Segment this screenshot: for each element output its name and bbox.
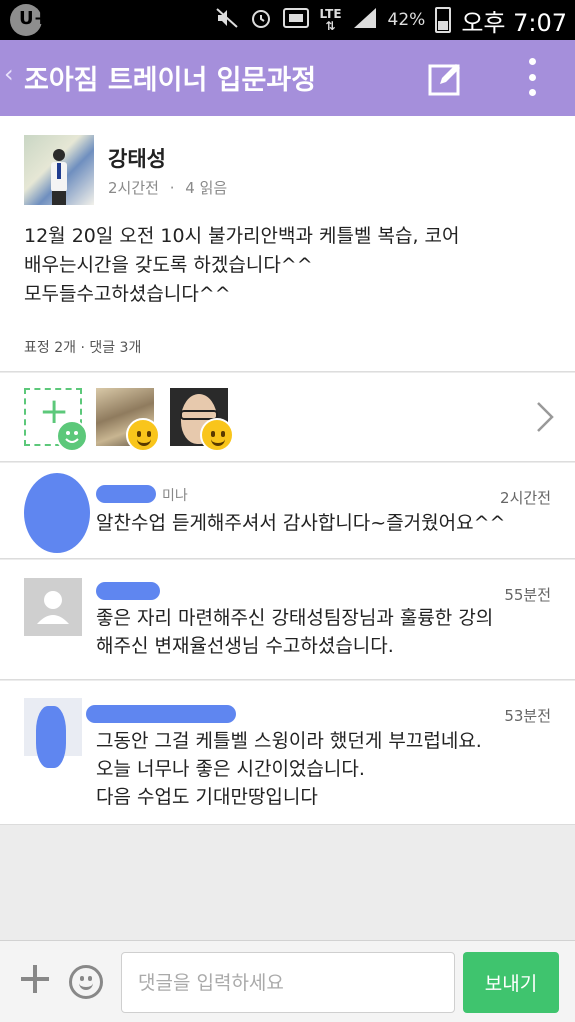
- app-header: ‹ 조아짐 트레이너 입문과정: [0, 40, 575, 116]
- commenter-name-redacted[interactable]: [96, 582, 160, 600]
- reactions-row: +: [0, 373, 575, 462]
- alarm-icon: [249, 6, 273, 35]
- comment-item: 53분전 그동안 그걸 케틀벨 스윙이라 했던게 부끄럽네요. 오늘 너무나 좋…: [0, 681, 575, 825]
- post-meta: 2시간전 · 4 읽음: [108, 177, 227, 198]
- commenter-name[interactable]: 미나: [162, 485, 188, 505]
- comment-time: 53분전: [504, 707, 551, 725]
- comment-text: 알찬수업 듣게해주셔서 감사합니다~즐거웠어요^^: [96, 512, 506, 534]
- status-bar: U+ LTE ⇅ 42% 오후 7:07: [0, 0, 575, 40]
- comment-time: 55분전: [504, 586, 551, 604]
- signal-icon: [352, 6, 378, 35]
- commenter-name-redacted[interactable]: [96, 485, 156, 503]
- meta-separator: ·: [169, 179, 175, 197]
- reaction-comment-stats[interactable]: 표정 2개 · 댓글 3개: [24, 337, 141, 357]
- comment-item: 55분전 좋은 자리 마련해주신 강태성팀장님과 훌륭한 강의 해주신 변재율선…: [0, 560, 575, 680]
- add-reaction-button[interactable]: +: [24, 388, 88, 452]
- mute-icon: [215, 7, 239, 34]
- comment-text: 그동안 그걸 케틀벨 스윙이라 했던게 부끄럽네요. 오늘 너무나 좋은 시간이…: [96, 730, 482, 808]
- comment-time: 2시간전: [500, 489, 551, 507]
- reactor-photo[interactable]: [96, 388, 160, 452]
- more-options-icon[interactable]: [517, 56, 547, 98]
- post-line: 모두들수고하셨습니다^^: [24, 283, 231, 305]
- battery-percent: 42%: [387, 10, 426, 30]
- comment-text: 좋은 자리 마련해주신 강태성팀장님과 훌륭한 강의 해주신 변재율선생님 수고…: [96, 607, 494, 657]
- page-title[interactable]: 조아짐 트레이너 입문과정: [24, 58, 316, 97]
- comment-item: 미나 2시간전 알찬수업 듣게해주셔서 감사합니다~즐거웠어요^^: [0, 463, 575, 559]
- comment-input[interactable]: [121, 952, 455, 1013]
- commenter-avatar[interactable]: [24, 473, 90, 553]
- post-line: 12월 20일 오전 10시 불가리안백과 케틀벨 복습, 코어: [24, 225, 460, 247]
- smile-emoji-icon: [126, 418, 160, 452]
- post-time: 2시간전: [108, 179, 159, 197]
- carrier-logo: U+: [10, 4, 49, 36]
- nfc-icon: [283, 7, 310, 34]
- reactor-photo[interactable]: [170, 388, 234, 452]
- post-body: 12월 20일 오전 10시 불가리안백과 케틀벨 복습, 코어 배우는시간을 …: [24, 222, 460, 309]
- author-name[interactable]: 강태성: [108, 143, 166, 173]
- comment-composer: 보내기: [0, 940, 575, 1022]
- author-avatar[interactable]: [24, 135, 94, 205]
- emoticon-icon[interactable]: [69, 965, 103, 999]
- send-button[interactable]: 보내기: [463, 952, 559, 1013]
- default-avatar-icon[interactable]: [24, 578, 82, 636]
- commenter-name-redacted[interactable]: [86, 705, 236, 723]
- clock: 오후 7:07: [461, 8, 567, 37]
- edit-icon[interactable]: [428, 60, 464, 96]
- smile-icon: [56, 420, 88, 452]
- smile-emoji-icon: [200, 418, 234, 452]
- back-icon[interactable]: ‹: [4, 60, 14, 88]
- battery-icon: [435, 7, 452, 33]
- commenter-avatar[interactable]: [24, 698, 82, 768]
- plus-icon[interactable]: [19, 963, 51, 995]
- chevron-right-icon[interactable]: [534, 399, 556, 435]
- post-line: 배우는시간을 갖도록 하겠습니다^^: [24, 254, 313, 276]
- post-card: 강태성 2시간전 · 4 읽음 12월 20일 오전 10시 불가리안백과 케틀…: [0, 116, 575, 372]
- read-count: 4 읽음: [185, 179, 228, 197]
- lte-icon: LTE ⇅: [319, 7, 342, 33]
